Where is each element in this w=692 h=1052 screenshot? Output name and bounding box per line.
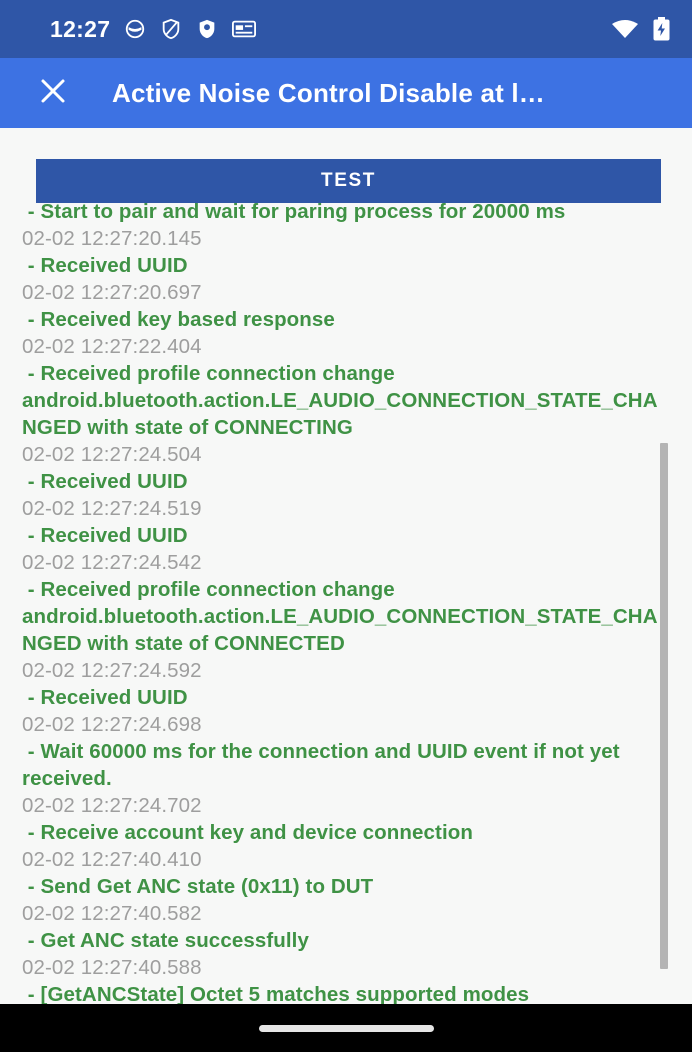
home-pill-indicator[interactable] (258, 1024, 434, 1032)
log-scroll-view[interactable]: - Start to pair and wait for paring proc… (0, 200, 692, 1004)
notification-shield-icon (196, 18, 218, 40)
log-timestamp: 02-02 12:27:24.592 (22, 659, 202, 682)
log-timestamp: 02-02 12:27:40.588 (22, 956, 202, 979)
notification-card-icon (232, 19, 257, 39)
log-message: - Received profile connection change and… (22, 578, 658, 655)
log-message: - Received UUID (22, 686, 188, 709)
notification-circle-icon (124, 18, 146, 40)
log-timestamp: 02-02 12:27:40.582 (22, 902, 202, 925)
main-content: TEST - Start to pair and wait for paring… (0, 128, 692, 1004)
log-timestamp: 02-02 12:27:22.404 (22, 335, 202, 358)
app-bar: Active Noise Control Disable at l… (0, 58, 692, 128)
log-message: - Received key based response (22, 308, 335, 331)
log-timestamp: 02-02 12:27:24.542 (22, 551, 202, 574)
log-message: - Receive account key and device connect… (22, 821, 474, 844)
status-clock: 12:27 (50, 15, 111, 42)
navigation-bar (0, 1004, 692, 1052)
wifi-icon (611, 18, 639, 40)
log-message: - Get ANC state successfully (22, 929, 309, 952)
status-bar: 12:27 (0, 0, 692, 58)
log-timestamp: 02-02 12:27:20.697 (22, 281, 202, 304)
log-message: - Send Get ANC state (0x11) to DUT (22, 875, 374, 898)
status-bar-right (611, 17, 670, 41)
log-message: - [GetANCState] Octet 5 matches supporte… (22, 983, 530, 1004)
notification-shield-slash-icon (160, 18, 182, 40)
close-icon (38, 76, 68, 111)
log-message: - Start to pair and wait for paring proc… (22, 200, 566, 223)
page-title: Active Noise Control Disable at l… (112, 77, 546, 108)
log-timestamp: 02-02 12:27:24.519 (22, 497, 202, 520)
log-message: - Received profile connection change and… (22, 362, 658, 439)
log-timestamp: 02-02 12:27:24.504 (22, 443, 202, 466)
log-message: - Wait 60000 ms for the connection and U… (22, 740, 626, 790)
log-timestamp: 02-02 12:27:20.145 (22, 227, 202, 250)
test-button[interactable]: TEST (36, 159, 661, 203)
status-bar-left: 12:27 (50, 15, 257, 43)
log-message: - Received UUID (22, 254, 188, 277)
log-message: - Received UUID (22, 470, 188, 493)
battery-charging-icon (653, 17, 670, 41)
test-button-container: TEST (36, 159, 661, 203)
log-timestamp: 02-02 12:27:40.410 (22, 848, 202, 871)
log-timestamp: 02-02 12:27:24.698 (22, 713, 202, 736)
log-timestamp: 02-02 12:27:24.702 (22, 794, 202, 817)
close-button[interactable] (30, 70, 76, 116)
log-message: - Received UUID (22, 524, 188, 547)
log-list: - Start to pair and wait for paring proc… (22, 200, 662, 1004)
phone-screen: 12:27 Active Noise Control Disable at l…… (0, 0, 692, 1052)
